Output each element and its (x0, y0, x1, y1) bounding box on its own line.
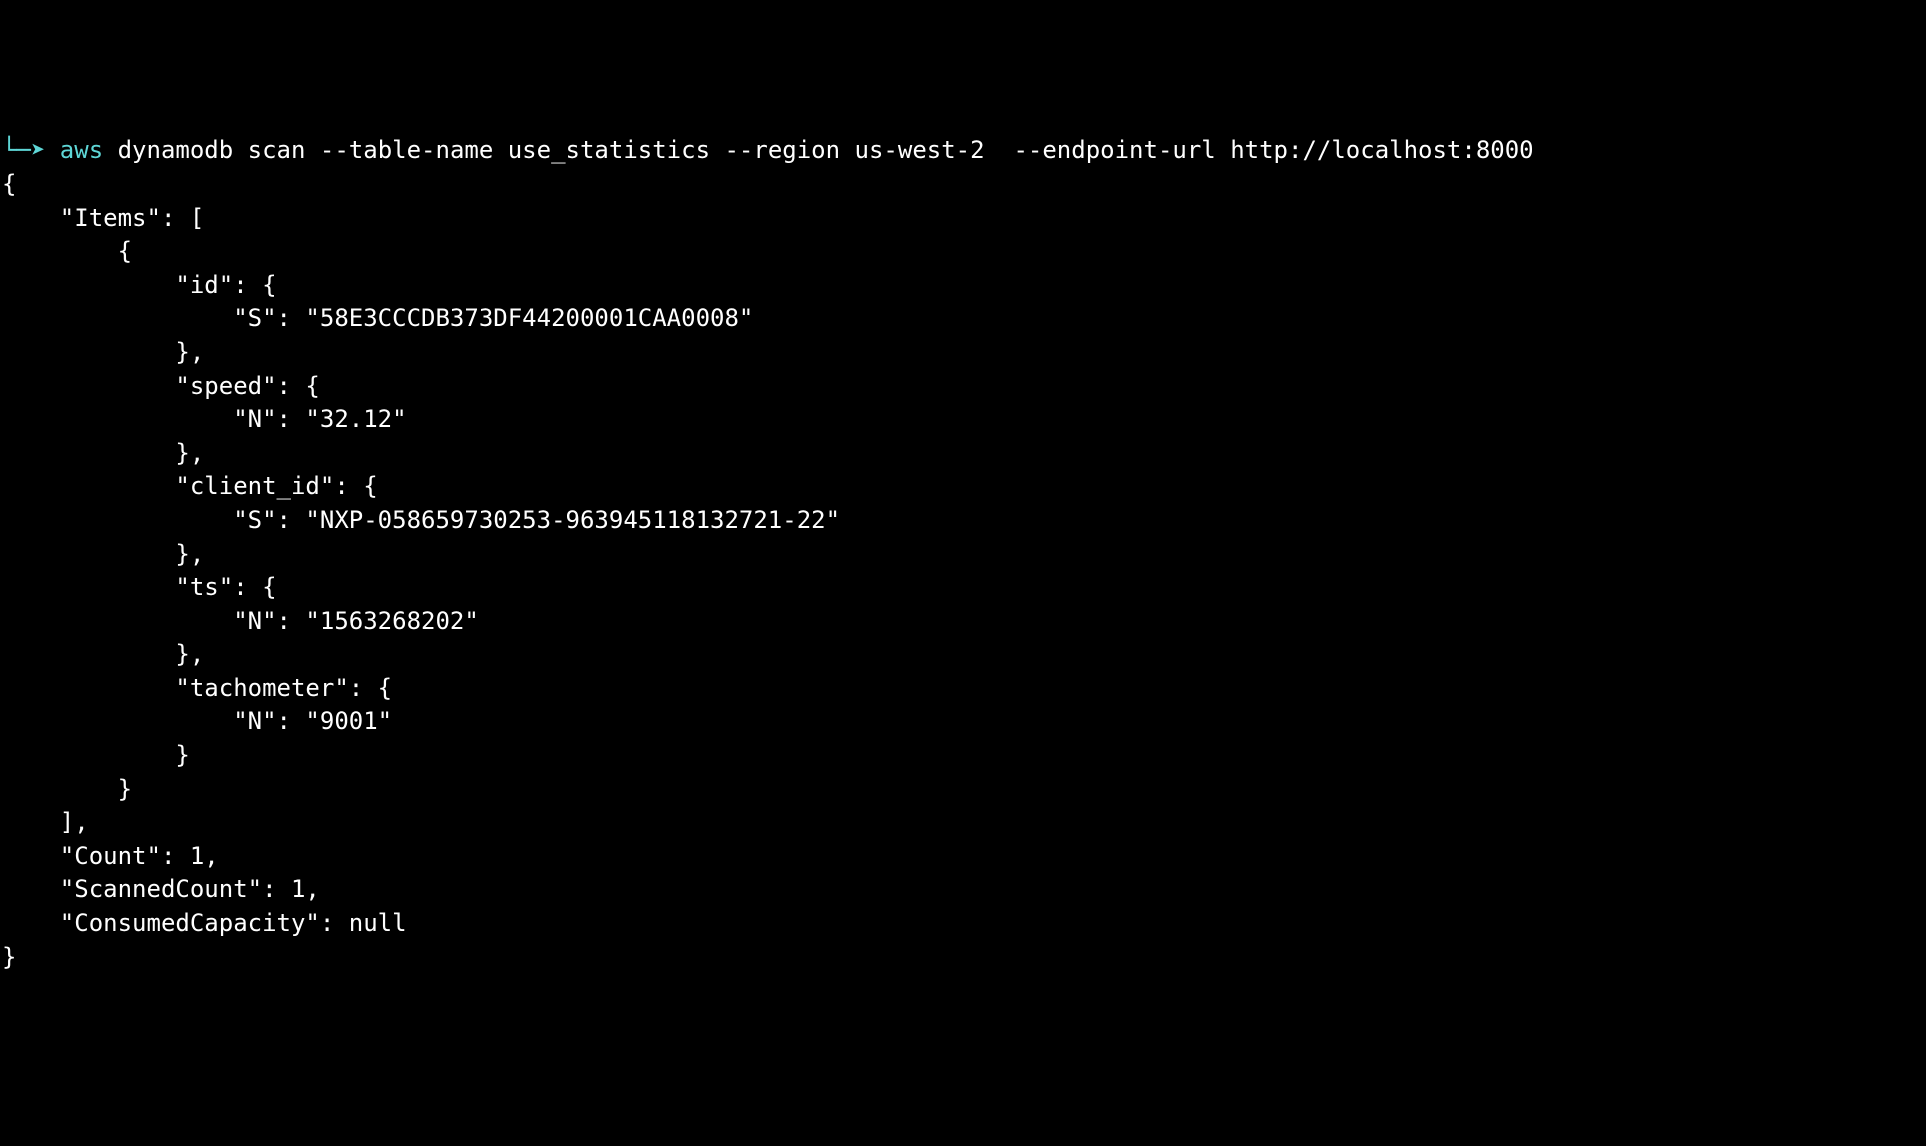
json-output-line: "ScannedCount": 1, (2, 875, 320, 903)
json-output-line: "tachometer": { (2, 674, 392, 702)
json-output-line: "N": "9001" (2, 707, 392, 735)
command-args: dynamodb scan --table-name use_statistic… (103, 136, 1533, 164)
json-output-line: "ConsumedCapacity": null (2, 909, 407, 937)
terminal-output[interactable]: └─➤ aws dynamodb scan --table-name use_s… (0, 134, 1926, 974)
json-output-line: "id": { (2, 271, 277, 299)
json-output-line: }, (2, 640, 204, 668)
json-output-line: { (2, 170, 16, 198)
prompt-indicator: └─➤ (2, 136, 60, 164)
json-output-line: { (2, 237, 132, 265)
json-output-line: "N": "32.12" (2, 405, 407, 433)
json-output-line: "S": "58E3CCCDB373DF44200001CAA0008" (2, 304, 753, 332)
json-output-line: }, (2, 439, 204, 467)
json-output-line: "N": "1563268202" (2, 607, 479, 635)
json-output-line: } (2, 775, 132, 803)
json-output-line: }, (2, 338, 204, 366)
json-output-line: }, (2, 540, 204, 568)
json-output-line: "Items": [ (2, 204, 204, 232)
json-output-line: "speed": { (2, 372, 320, 400)
json-output-line: ], (2, 808, 89, 836)
json-output-line: "S": "NXP-058659730253-963945118132721-2… (2, 506, 840, 534)
command-aws: aws (60, 136, 103, 164)
json-output-line: } (2, 741, 190, 769)
json-output-line: "client_id": { (2, 472, 378, 500)
json-output-line: "Count": 1, (2, 842, 219, 870)
json-output-line: } (2, 943, 16, 971)
json-output-line: "ts": { (2, 573, 277, 601)
